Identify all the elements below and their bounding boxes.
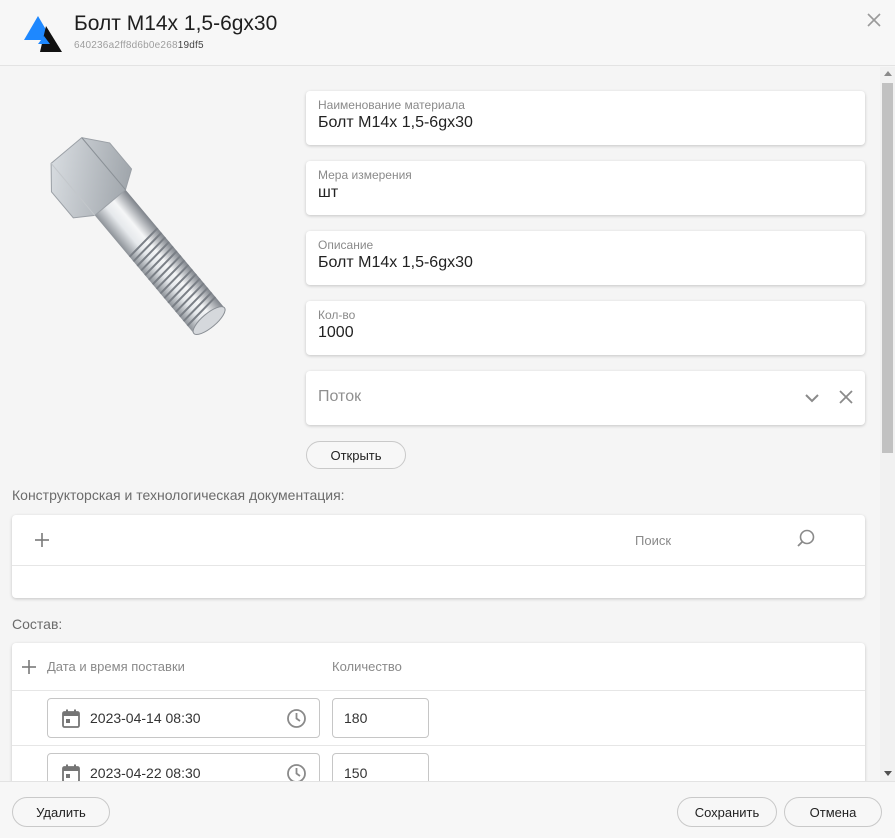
docs-search-input[interactable]: Поиск (635, 533, 671, 548)
dialog-header: Болт M14x 1,5-6gx30 640236a2ff8d6b0e2681… (0, 0, 895, 66)
material-name-value[interactable]: Болт M14x 1,5-6gx30 (318, 114, 473, 132)
quantity-label: Кол-во (318, 308, 356, 322)
composition-header-divider (12, 690, 865, 691)
unit-field[interactable]: Мера измерения шт (306, 161, 865, 215)
clock-icon[interactable] (286, 708, 307, 729)
calendar-icon[interactable] (62, 709, 80, 728)
scroll-up-arrow-icon[interactable] (884, 71, 892, 76)
column-header-date: Дата и время поставки (47, 659, 185, 674)
save-button[interactable]: Сохранить (677, 797, 777, 827)
add-row-icon[interactable] (21, 659, 37, 675)
calendar-icon[interactable] (62, 764, 80, 781)
composition-section-label: Состав: (12, 616, 63, 632)
clock-icon[interactable] (286, 763, 307, 781)
delivery-datetime-value: 2023-04-14 08:30 (90, 710, 201, 726)
material-name-label: Наименование материала (318, 98, 465, 112)
open-button[interactable]: Открыть (306, 441, 406, 469)
docs-panel: Поиск (12, 515, 865, 598)
docs-section-label: Конструкторская и технологическая докуме… (12, 487, 345, 503)
close-icon[interactable] (864, 10, 884, 30)
dialog-content: Наименование материала Болт M14x 1,5-6gx… (0, 67, 880, 781)
description-field[interactable]: Описание Болт M14x 1,5-6gx30 (306, 231, 865, 285)
search-icon[interactable] (796, 529, 816, 549)
delivery-datetime-input[interactable]: 2023-04-22 08:30 (47, 753, 320, 781)
dialog-footer: Удалить Сохранить Отмена (0, 781, 895, 838)
unit-label: Мера измерения (318, 168, 412, 182)
clear-icon[interactable] (837, 388, 855, 406)
dialog-title: Болт M14x 1,5-6gx30 (74, 12, 278, 35)
delivery-datetime-value: 2023-04-22 08:30 (90, 765, 201, 781)
app-logo-icon (24, 16, 62, 52)
product-image (50, 137, 226, 335)
row-quantity-input[interactable]: 150 (332, 753, 429, 781)
record-id: 640236a2ff8d6b0e26819df5 (74, 40, 204, 51)
quantity-value[interactable]: 1000 (318, 324, 354, 342)
delete-button[interactable]: Удалить (12, 797, 110, 827)
quantity-field[interactable]: Кол-во 1000 (306, 301, 865, 355)
row-quantity-input[interactable]: 180 (332, 698, 429, 738)
material-name-field[interactable]: Наименование материала Болт M14x 1,5-6gx… (306, 91, 865, 145)
stream-placeholder: Поток (318, 388, 362, 405)
add-document-icon[interactable] (34, 532, 50, 548)
unit-value[interactable]: шт (318, 184, 338, 202)
row-quantity-value: 180 (344, 710, 368, 726)
cancel-button[interactable]: Отмена (784, 797, 882, 827)
scroll-down-arrow-icon[interactable] (884, 771, 892, 776)
description-label: Описание (318, 238, 374, 252)
column-header-quantity: Количество (332, 659, 402, 674)
row-divider (12, 745, 865, 746)
composition-panel: Дата и время поставки Количество 2023-04… (12, 643, 865, 781)
stream-select[interactable]: Поток (306, 371, 865, 425)
delivery-datetime-input[interactable]: 2023-04-14 08:30 (47, 698, 320, 738)
description-value[interactable]: Болт M14x 1,5-6gx30 (318, 254, 473, 272)
docs-divider (12, 565, 865, 566)
vertical-scrollbar[interactable] (880, 67, 895, 781)
chevron-down-icon[interactable] (803, 389, 821, 407)
row-quantity-value: 150 (344, 765, 368, 781)
scroll-thumb[interactable] (882, 83, 893, 453)
